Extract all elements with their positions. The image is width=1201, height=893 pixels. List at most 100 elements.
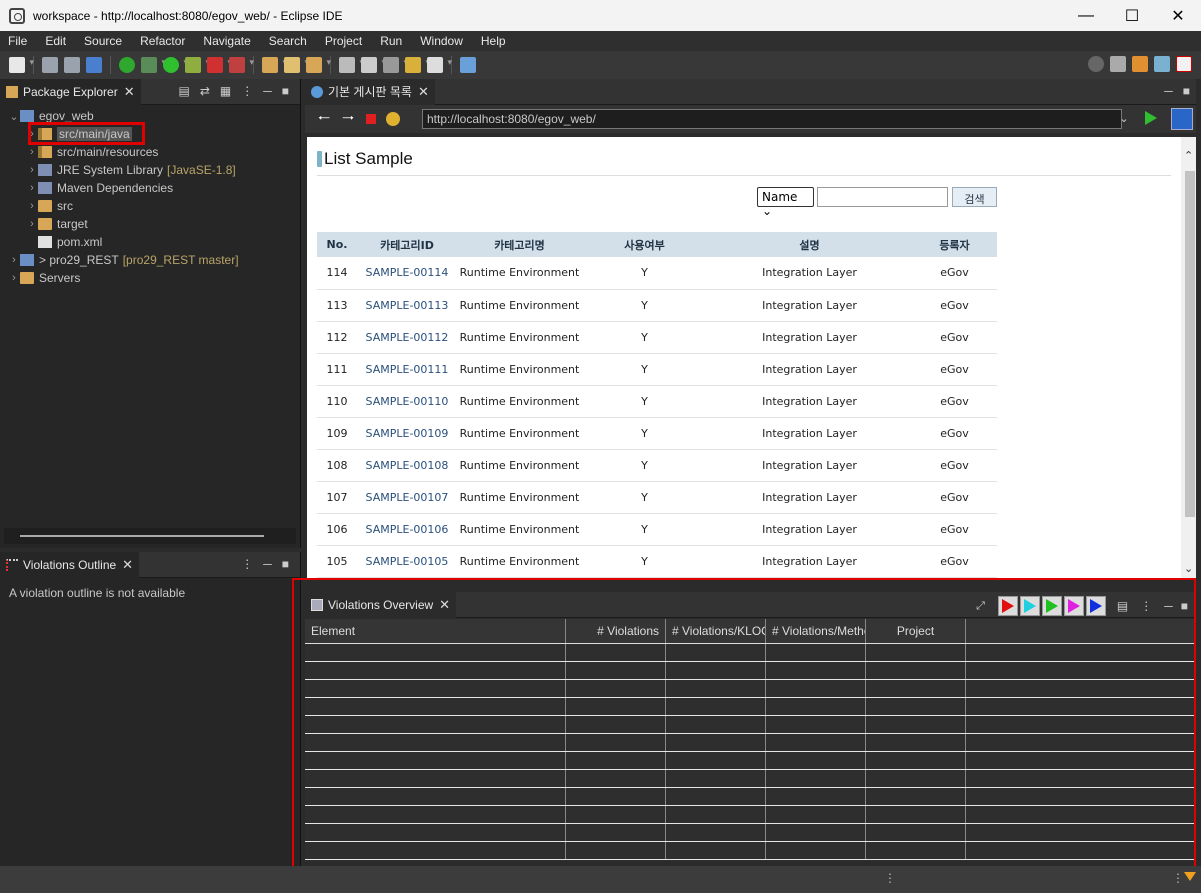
new-icon[interactable] <box>9 57 34 73</box>
refresh-icon[interactable] <box>386 112 400 126</box>
tree-item[interactable]: › JRE System Library [JavaSE-1.8] <box>0 161 300 179</box>
maximize-view-icon[interactable]: ■ <box>1183 84 1190 98</box>
save-all-icon[interactable] <box>64 57 80 73</box>
open-perspective-icon[interactable] <box>1110 56 1126 72</box>
open-external-browser-icon[interactable] <box>1171 108 1193 130</box>
forward-arrow-icon[interactable]: 🠂 <box>342 111 356 126</box>
tree-item[interactable]: › Servers <box>0 269 300 287</box>
link-with-editor-icon[interactable]: ⇄ <box>200 84 210 98</box>
menu-navigate[interactable]: Navigate <box>195 34 260 48</box>
menu-edit[interactable]: Edit <box>37 34 76 48</box>
tree-item[interactable]: › Maven Dependencies <box>0 179 300 197</box>
minimize-view-icon[interactable]: ─ <box>263 557 272 571</box>
save-icon[interactable] <box>42 57 58 73</box>
chevron-right-icon[interactable]: › <box>8 272 20 284</box>
menu-source[interactable]: Source <box>76 34 132 48</box>
category-id-link[interactable]: SAMPLE-00112 <box>357 321 457 354</box>
minimize-view-icon[interactable]: ─ <box>1164 84 1173 98</box>
scroll-down-icon[interactable]: ⌄ <box>1184 562 1193 575</box>
view-menu-icon[interactable]: ⋮ <box>241 84 253 98</box>
horizontal-scrollbar[interactable] <box>4 528 296 544</box>
url-history-dropdown[interactable]: ⌄ <box>1115 109 1133 129</box>
table-cell: Runtime Environment <box>457 513 582 546</box>
annotation-icon[interactable] <box>339 57 364 73</box>
search-condition-select[interactable]: Name ⌄ <box>757 187 814 218</box>
server-start-icon[interactable] <box>119 57 135 73</box>
external-tools-icon[interactable] <box>185 57 210 73</box>
java-perspective-icon[interactable] <box>1154 56 1170 72</box>
search-keyword-input[interactable] <box>817 187 948 207</box>
tree-item[interactable]: › > pro29_REST [pro29_REST master] <box>0 251 300 269</box>
java-ee-perspective-icon[interactable] <box>1132 56 1148 72</box>
debug-icon[interactable] <box>141 57 166 73</box>
prev-annotation-icon[interactable] <box>383 57 408 73</box>
table-cell: Integration Layer <box>707 417 912 450</box>
close-icon[interactable]: ✕ <box>418 84 429 100</box>
open-folder-icon[interactable] <box>306 57 331 73</box>
close-icon[interactable]: ✕ <box>122 557 133 573</box>
category-id-link[interactable]: SAMPLE-00105 <box>357 545 457 578</box>
scrollbar-thumb[interactable] <box>20 535 264 537</box>
view-menu-icon[interactable]: ⋮ <box>241 557 253 571</box>
search-icon[interactable] <box>1088 56 1104 72</box>
minimize-view-icon[interactable]: ─ <box>263 84 272 98</box>
filter-icon[interactable]: ▦ <box>220 84 231 98</box>
minimize-button[interactable]: — <box>1063 0 1109 31</box>
open-type-icon[interactable] <box>262 57 287 73</box>
tab-violations-outline[interactable]: Violations Outline ✕ <box>0 551 140 578</box>
chevron-right-icon[interactable]: › <box>26 218 38 230</box>
tree-item[interactable]: pom.xml <box>0 233 300 251</box>
menu-search[interactable]: Search <box>261 34 317 48</box>
forward-icon[interactable] <box>427 57 452 73</box>
category-id-link[interactable]: SAMPLE-00111 <box>357 353 457 386</box>
category-id-link[interactable]: SAMPLE-00113 <box>357 289 457 322</box>
category-id-link[interactable]: SAMPLE-00107 <box>357 481 457 514</box>
tree-item[interactable]: › src/main/resources <box>0 143 300 161</box>
tab-browser[interactable]: 기본 게시판 목록 ✕ <box>305 78 435 105</box>
chevron-down-icon[interactable]: ⌄ <box>8 110 20 123</box>
go-icon[interactable] <box>1145 111 1157 125</box>
close-window-button[interactable]: ✕ <box>1155 0 1201 31</box>
back-arrow-icon[interactable]: 🠀 <box>318 111 332 126</box>
category-id-link[interactable]: SAMPLE-00110 <box>357 385 457 418</box>
menu-run[interactable]: Run <box>372 34 412 48</box>
chevron-right-icon[interactable]: › <box>26 146 38 158</box>
brush-icon[interactable] <box>284 57 309 73</box>
maximize-button[interactable]: ☐ <box>1109 0 1155 31</box>
menu-window[interactable]: Window <box>412 34 473 48</box>
tab-package-explorer[interactable]: Package Explorer ✕ <box>0 78 141 105</box>
scroll-up-icon[interactable]: ⌃ <box>1184 149 1193 162</box>
chevron-right-icon[interactable]: › <box>26 200 38 212</box>
chevron-right-icon[interactable]: › <box>26 164 38 176</box>
tree-item[interactable]: › src <box>0 197 300 215</box>
scrollbar-thumb[interactable] <box>1185 171 1195 517</box>
stop-loading-icon[interactable] <box>366 114 376 124</box>
maximize-view-icon[interactable]: ■ <box>282 84 289 98</box>
menu-file[interactable]: File <box>0 34 37 48</box>
chevron-right-icon[interactable]: › <box>26 182 38 194</box>
category-id-link[interactable]: SAMPLE-00114 <box>357 257 457 290</box>
next-annotation-icon[interactable] <box>361 57 386 73</box>
close-icon[interactable]: ✕ <box>124 84 135 100</box>
table-cell: Integration Layer <box>707 257 912 290</box>
category-id-link[interactable]: SAMPLE-00109 <box>357 417 457 450</box>
collapse-all-icon[interactable]: ▤ <box>178 84 189 98</box>
chevron-right-icon[interactable]: › <box>8 254 20 266</box>
menu-refactor[interactable]: Refactor <box>132 34 195 48</box>
notification-icon[interactable] <box>1184 872 1196 881</box>
tree-item[interactable]: › target <box>0 215 300 233</box>
pmd-perspective-icon[interactable] <box>1176 56 1192 72</box>
open-perspective-icon[interactable] <box>460 57 476 73</box>
maximize-view-icon[interactable]: ■ <box>282 557 289 571</box>
coverage-icon[interactable] <box>229 57 254 73</box>
category-id-link[interactable]: SAMPLE-00108 <box>357 449 457 482</box>
search-button[interactable]: 검색 <box>952 187 997 207</box>
menu-project[interactable]: Project <box>317 34 372 48</box>
stop-icon[interactable] <box>207 57 232 73</box>
back-icon[interactable] <box>405 57 430 73</box>
category-id-link[interactable]: SAMPLE-00106 <box>357 513 457 546</box>
url-input[interactable]: http://localhost:8080/egov_web/ <box>422 109 1122 129</box>
run-icon[interactable] <box>163 57 188 73</box>
menu-help[interactable]: Help <box>473 34 516 48</box>
terminal-icon[interactable] <box>86 57 102 73</box>
